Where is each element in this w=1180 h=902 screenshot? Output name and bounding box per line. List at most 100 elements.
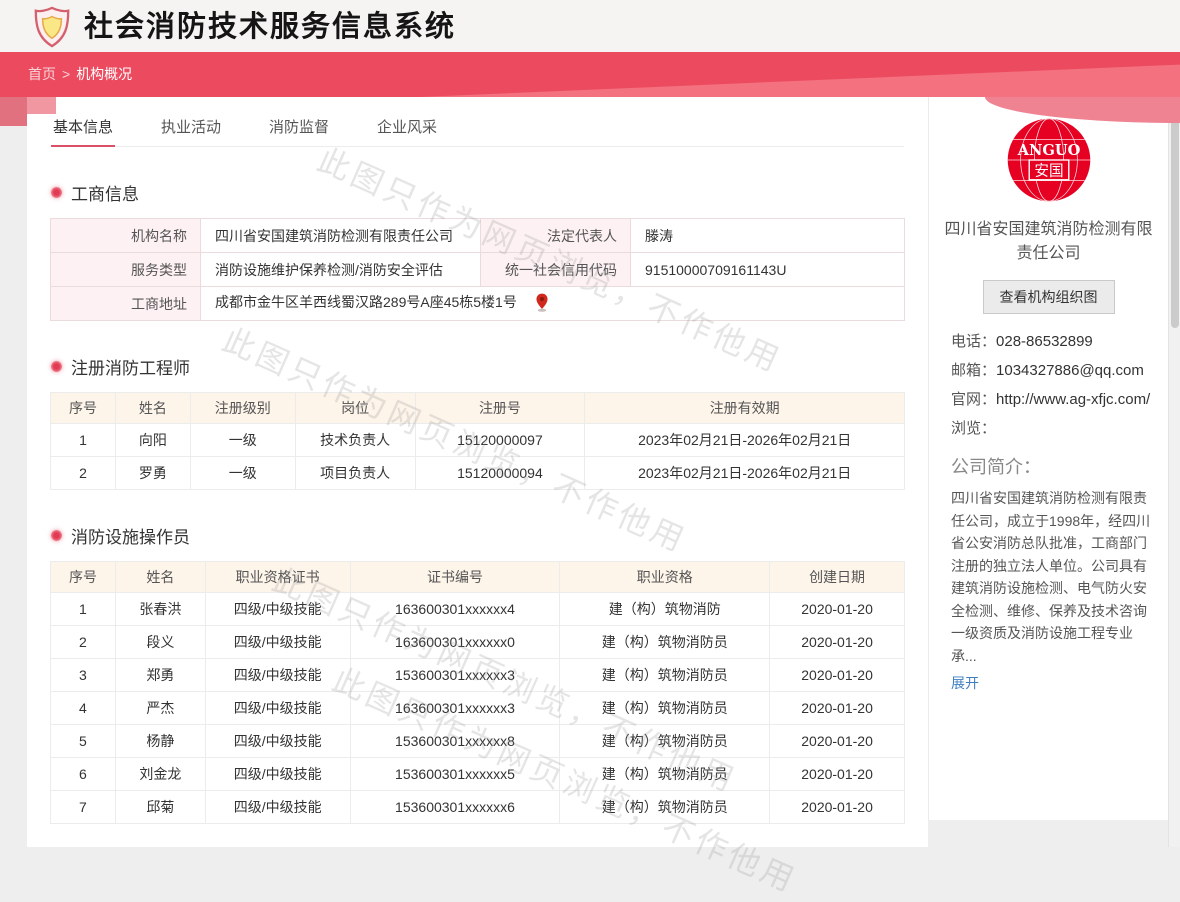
breadcrumb-band: 首页>机构概况 — [0, 52, 1180, 97]
column-header: 岗位 — [295, 393, 415, 424]
table-cell: 2 — [51, 457, 116, 490]
app-header: 社会消防技术服务信息系统 — [0, 0, 1180, 52]
contact-label: 电话： — [951, 331, 996, 352]
table-cell: 6 — [51, 758, 116, 791]
tab-3[interactable]: 企业风采 — [375, 110, 439, 145]
field-label: 服务类型 — [51, 253, 201, 287]
table-cell: 15120000094 — [415, 457, 585, 490]
credit-code-value: 91510000709161143U — [631, 253, 905, 287]
business-info-table: 机构名称 四川省安国建筑消防检测有限责任公司 法定代表人 滕涛 服务类型 消防设… — [50, 218, 905, 321]
breadcrumb-home-link[interactable]: 首页 — [28, 66, 56, 82]
table-cell: 2023年02月21日-2026年02月21日 — [585, 424, 905, 457]
table-cell: 四级/中级技能 — [205, 725, 350, 758]
table-cell: 建（构）筑物消防员 — [560, 626, 770, 659]
contact-row-3: 浏览： — [951, 418, 1154, 439]
band-corner-decoration-light — [27, 97, 56, 114]
company-name: 四川省安国建筑消防检测有限责任公司 — [929, 218, 1168, 266]
column-header: 姓名 — [115, 393, 190, 424]
table-cell: 163600301xxxxxx3 — [350, 692, 560, 725]
address-cell: 成都市金牛区羊西线蜀汉路289号A座45栋5楼1号 — [201, 287, 905, 321]
table-cell: 15120000097 — [415, 424, 585, 457]
field-label: 工商地址 — [51, 287, 201, 321]
breadcrumb: 首页>机构概况 — [28, 52, 132, 97]
table-cell: 3 — [51, 659, 116, 692]
table-cell: 2020-01-20 — [770, 791, 905, 824]
section-bullet-icon — [51, 361, 62, 372]
table-cell: 5 — [51, 725, 116, 758]
column-header: 注册级别 — [190, 393, 295, 424]
legal-rep-value: 滕涛 — [631, 219, 905, 253]
table-cell: 四级/中级技能 — [205, 659, 350, 692]
table-cell: 建（构）筑物消防员 — [560, 758, 770, 791]
map-pin-icon[interactable] — [535, 293, 549, 315]
band-corner-decoration — [0, 97, 27, 126]
table-cell: 段义 — [115, 626, 205, 659]
table-cell: 2020-01-20 — [770, 692, 905, 725]
table-row: 2罗勇一级项目负责人151200000942023年02月21日-2026年02… — [51, 457, 905, 490]
table-cell: 建（构）筑物消防员 — [560, 692, 770, 725]
section-bullet-icon — [51, 530, 62, 541]
table-cell: 四级/中级技能 — [205, 692, 350, 725]
contact-value: 028-86532899 — [996, 331, 1093, 352]
engineers-table: 序号姓名注册级别岗位注册号注册有效期1向阳一级技术负责人151200000972… — [50, 392, 905, 490]
vertical-scrollbar[interactable] — [1168, 0, 1180, 847]
tab-bar: 基本信息 执业活动 消防监督 企业风采 — [51, 110, 904, 147]
contact-row-1: 邮箱：1034327886@qq.com — [951, 360, 1154, 381]
breadcrumb-current: 机构概况 — [76, 66, 132, 82]
contact-row-2: 官网：http://www.ag-xfjc.com/ — [951, 389, 1154, 410]
table-cell: 4 — [51, 692, 116, 725]
table-cell: 技术负责人 — [295, 424, 415, 457]
table-cell: 四级/中级技能 — [205, 758, 350, 791]
table-row: 2段义四级/中级技能163600301xxxxxx0建（构）筑物消防员2020-… — [51, 626, 905, 659]
table-cell: 7 — [51, 791, 116, 824]
contact-label: 浏览： — [951, 418, 996, 439]
expand-link[interactable]: 展开 — [951, 673, 979, 693]
table-cell: 153600301xxxxxx5 — [350, 758, 560, 791]
company-logo: ANGUO 安国 — [1006, 117, 1092, 203]
svg-text:安国: 安国 — [1034, 162, 1063, 179]
org-name-value: 四川省安国建筑消防检测有限责任公司 — [201, 219, 481, 253]
column-header: 注册有效期 — [585, 393, 905, 424]
contact-row-0: 电话：028-86532899 — [951, 331, 1154, 352]
company-intro-text: 四川省安国建筑消防检测有限责任公司，成立于1998年，经四川省公安消防总队批准，… — [951, 487, 1152, 667]
svg-text:ANGUO: ANGUO — [1016, 142, 1080, 159]
table-cell: 建（构）筑物消防 — [560, 593, 770, 626]
table-cell: 2020-01-20 — [770, 593, 905, 626]
table-cell: 项目负责人 — [295, 457, 415, 490]
table-row: 5杨静四级/中级技能153600301xxxxxx8建（构）筑物消防员2020-… — [51, 725, 905, 758]
tab-2[interactable]: 消防监督 — [267, 110, 331, 145]
table-cell: 2020-01-20 — [770, 626, 905, 659]
table-cell: 2020-01-20 — [770, 758, 905, 791]
table-cell: 建（构）筑物消防员 — [560, 659, 770, 692]
table-cell: 杨静 — [115, 725, 205, 758]
table-cell: 郑勇 — [115, 659, 205, 692]
field-label: 法定代表人 — [481, 219, 631, 253]
table-header-row: 序号姓名注册级别岗位注册号注册有效期 — [51, 393, 905, 424]
tab-1[interactable]: 执业活动 — [159, 110, 223, 145]
table-cell: 四级/中级技能 — [205, 593, 350, 626]
section-title-business: 工商信息 — [51, 180, 928, 205]
operators-table: 序号姓名职业资格证书证书编号职业资格创建日期1张春洪四级/中级技能1636003… — [50, 561, 905, 824]
table-cell: 163600301xxxxxx4 — [350, 593, 560, 626]
company-intro-title: 公司简介： — [951, 453, 1168, 479]
table-cell: 2 — [51, 626, 116, 659]
table-row: 6刘金龙四级/中级技能153600301xxxxxx5建（构）筑物消防员2020… — [51, 758, 905, 791]
scrollbar-thumb[interactable] — [1171, 100, 1179, 328]
table-cell: 163600301xxxxxx0 — [350, 626, 560, 659]
table-cell: 向阳 — [115, 424, 190, 457]
column-header: 证书编号 — [350, 562, 560, 593]
table-cell: 1 — [51, 593, 116, 626]
table-cell: 严杰 — [115, 692, 205, 725]
tab-0[interactable]: 基本信息 — [51, 110, 115, 147]
table-cell: 一级 — [190, 457, 295, 490]
band-wave-decoration — [420, 52, 1180, 97]
field-label: 机构名称 — [51, 219, 201, 253]
column-header: 序号 — [51, 562, 116, 593]
view-org-chart-button[interactable]: 查看机构组织图 — [983, 280, 1115, 314]
table-cell: 罗勇 — [115, 457, 190, 490]
org-sidebar: ANGUO 安国 四川省安国建筑消防检测有限责任公司 查看机构组织图 电话：02… — [928, 97, 1168, 820]
table-row: 工商地址 成都市金牛区羊西线蜀汉路289号A座45栋5楼1号 — [51, 287, 905, 321]
table-header-row: 序号姓名职业资格证书证书编号职业资格创建日期 — [51, 562, 905, 593]
contact-value: http://www.ag-xfjc.com/ — [996, 389, 1150, 410]
table-row: 1张春洪四级/中级技能163600301xxxxxx4建（构）筑物消防2020-… — [51, 593, 905, 626]
